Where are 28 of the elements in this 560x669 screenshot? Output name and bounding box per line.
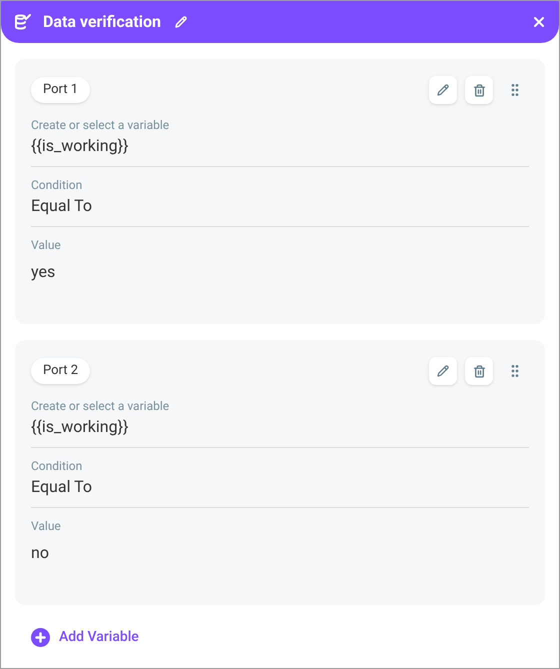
port-label: Port 1 — [31, 77, 90, 103]
plus-icon — [31, 628, 50, 647]
field-value[interactable]: yes — [31, 260, 529, 284]
delete-button[interactable] — [465, 76, 493, 104]
field-value[interactable]: {{is_working}} — [31, 415, 529, 439]
pencil-icon — [437, 365, 449, 377]
add-variable-button[interactable]: Add Variable — [31, 627, 139, 648]
window-title: Data verification — [43, 11, 161, 33]
database-check-icon — [13, 12, 33, 32]
field-label: Value — [31, 518, 62, 535]
field-label: Condition — [31, 458, 84, 475]
field-label: Create or select a variable — [31, 398, 170, 415]
trash-icon — [472, 364, 486, 378]
trash-icon — [472, 84, 486, 96]
port-label: Port 2 — [31, 358, 90, 384]
field-value[interactable]: no — [31, 541, 529, 565]
field-label: Value — [31, 237, 62, 254]
close-icon[interactable] — [531, 14, 547, 30]
field-label: Condition — [31, 177, 84, 194]
field-value[interactable]: Equal To — [31, 475, 529, 499]
edit-icon[interactable] — [174, 16, 187, 28]
field-value[interactable]: Equal To — [31, 194, 529, 218]
edit-button[interactable] — [429, 76, 457, 104]
field-value[interactable]: {{is_working}} — [31, 134, 529, 158]
pencil-icon — [437, 84, 449, 96]
edit-button[interactable] — [429, 357, 457, 385]
field-label: Create or select a variable — [31, 117, 170, 134]
delete-button[interactable] — [465, 357, 493, 385]
